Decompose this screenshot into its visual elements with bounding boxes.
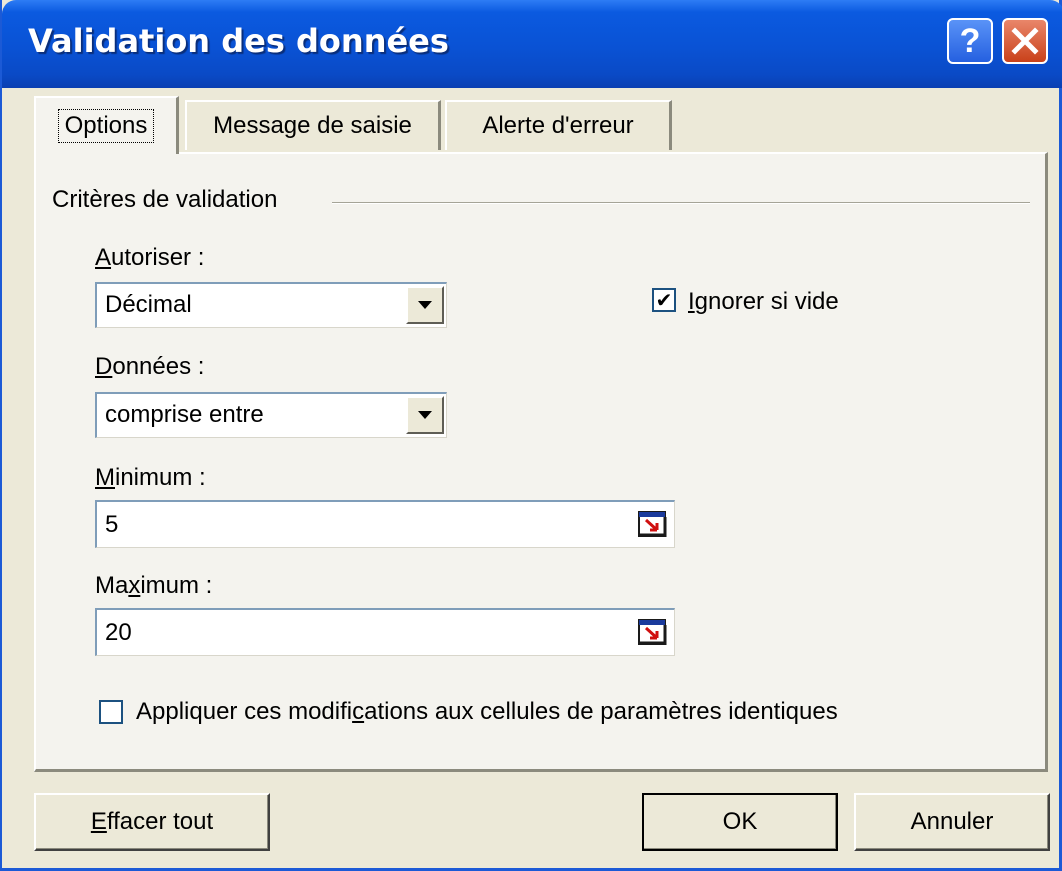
cancel-button[interactable]: Annuler: [854, 793, 1050, 851]
maximum-value: 20: [105, 619, 132, 646]
allow-select[interactable]: Décimal: [95, 282, 447, 328]
minimum-label: Minimum :: [95, 464, 206, 491]
clear-all-button[interactable]: Effacer tout: [34, 793, 270, 851]
maximum-label: Maximum :: [95, 572, 213, 599]
minimum-value: 5: [105, 511, 119, 538]
apply-to-all-checkbox[interactable]: [99, 700, 123, 724]
maximum-input[interactable]: 20: [95, 608, 675, 656]
ok-button[interactable]: OK: [642, 793, 838, 851]
ignore-blank-checkbox[interactable]: ✔: [652, 288, 676, 312]
data-validation-dialog: Validation des données ? Options Message…: [0, 0, 1062, 871]
data-select[interactable]: comprise entre: [95, 392, 447, 438]
chevron-down-icon: [418, 301, 432, 309]
minimum-input[interactable]: 5: [95, 500, 675, 548]
allow-dropdown-button[interactable]: [406, 286, 444, 324]
cell-reference-icon[interactable]: [638, 511, 668, 539]
title-bar[interactable]: Validation des données ?: [2, 0, 1062, 88]
ignore-blank-label[interactable]: Ignorer si vide: [688, 288, 839, 316]
allow-select-value: Décimal: [105, 291, 192, 318]
allow-label: Autoriser :: [95, 244, 205, 271]
close-icon[interactable]: [1002, 18, 1048, 64]
tab-options[interactable]: Options: [34, 96, 179, 154]
help-icon[interactable]: ?: [947, 18, 993, 64]
dialog-title: Validation des données: [28, 22, 449, 60]
tab-input-message-label: Message de saisie: [213, 112, 412, 139]
data-select-value: comprise entre: [105, 401, 264, 428]
tab-input-message[interactable]: Message de saisie: [185, 100, 441, 150]
chevron-down-icon: [418, 411, 432, 419]
tab-options-label: Options: [57, 109, 155, 143]
group-divider: [332, 202, 1030, 204]
data-label: Données :: [95, 353, 205, 380]
check-mark-icon: ✔: [655, 288, 673, 312]
tab-error-alert-label: Alerte d'erreur: [482, 112, 634, 139]
validation-criteria-heading: Critères de validation: [52, 186, 290, 214]
cell-reference-icon[interactable]: [638, 619, 668, 647]
tab-error-alert[interactable]: Alerte d'erreur: [445, 100, 672, 150]
apply-to-all-label[interactable]: Appliquer ces modifications aux cellules…: [136, 698, 838, 726]
data-dropdown-button[interactable]: [406, 396, 444, 434]
